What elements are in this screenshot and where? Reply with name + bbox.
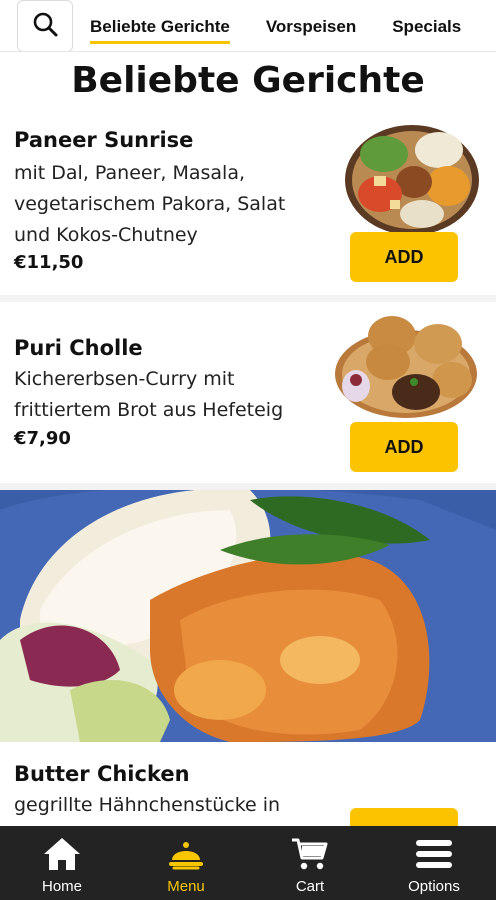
search-button[interactable]: [17, 0, 73, 51]
item-photo-butter-chicken: [0, 490, 496, 742]
item-description: gegrillte Hähnchenstücke in: [14, 790, 280, 821]
nav-options-label: Options: [408, 878, 460, 895]
item-description: mit Dal, Paneer, Masala, vegetarischem P…: [14, 158, 285, 251]
nav-menu[interactable]: Menu: [124, 826, 248, 900]
item-name: Puri Cholle: [14, 336, 143, 360]
nav-menu-label: Menu: [167, 878, 205, 895]
cart-icon: [290, 836, 330, 876]
nav-cart[interactable]: Cart: [248, 826, 372, 900]
item-name: Butter Chicken: [14, 762, 190, 786]
divider: [0, 483, 496, 490]
bottom-navigation: Home Menu Cart Options: [0, 826, 496, 900]
tab-specials[interactable]: Specials: [392, 11, 461, 41]
divider: [0, 295, 496, 302]
tab-vorspeisen[interactable]: Vorspeisen: [266, 11, 356, 41]
item-name: Paneer Sunrise: [14, 128, 194, 152]
add-button[interactable]: ADD: [350, 232, 458, 282]
item-description-line: mit Dal, Paneer, Masala,: [14, 162, 246, 184]
nav-home-label: Home: [41, 878, 82, 895]
menu-item-butter-chicken[interactable]: Butter Chicken gegrillte Hähnchenstücke …: [0, 742, 496, 826]
category-tabs: Beliebte Gerichte Vorspeisen Specials: [90, 0, 496, 51]
home-icon: [42, 836, 82, 876]
nav-home[interactable]: Home: [0, 826, 124, 900]
nav-cart-label: Cart: [295, 878, 325, 895]
item-description-line: und Kokos-Chutney: [14, 224, 198, 246]
item-photo-puri-cholle: [334, 314, 478, 424]
menu-dish-icon: [166, 836, 206, 876]
search-icon: [31, 10, 59, 42]
item-description-line: Kichererbsen-Curry mit: [14, 368, 235, 390]
item-photo-paneer-sunrise: [344, 124, 480, 236]
menu-item-puri-cholle[interactable]: Puri Cholle Kichererbsen-Curry mit fritt…: [0, 302, 496, 484]
item-price: €7,90: [14, 428, 71, 449]
category-bar: Beliebte Gerichte Vorspeisen Specials: [0, 0, 496, 52]
item-description-line: frittiertem Brot aus Hefeteig: [14, 399, 284, 421]
options-icon: [414, 836, 454, 876]
item-price: €11,50: [14, 252, 84, 273]
item-description-line: vegetarischem Pakora, Salat: [14, 193, 286, 215]
item-description-line: gegrillte Hähnchenstücke in: [14, 794, 281, 816]
section-title: Beliebte Gerichte: [71, 60, 425, 101]
add-button-partial[interactable]: [350, 808, 458, 826]
item-description: Kichererbsen-Curry mit frittiertem Brot …: [14, 364, 283, 426]
nav-options[interactable]: Options: [372, 826, 496, 900]
add-button[interactable]: ADD: [350, 422, 458, 472]
tab-beliebte-gerichte[interactable]: Beliebte Gerichte: [90, 11, 230, 44]
menu-item-paneer-sunrise[interactable]: Paneer Sunrise mit Dal, Paneer, Masala, …: [0, 118, 496, 296]
